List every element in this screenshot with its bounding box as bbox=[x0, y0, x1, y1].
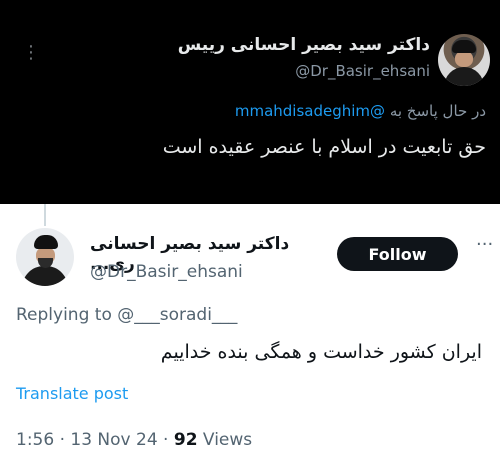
replying-to[interactable]: Replying to @___soradi___ bbox=[16, 305, 237, 325]
quoted-avatar bbox=[438, 34, 490, 86]
views-count: 92 bbox=[173, 430, 198, 450]
more-options-icon[interactable]: ⋮ bbox=[22, 44, 40, 62]
quoted-tweet-text: حق تابعیت در اسلام با عنصر عقیده است bbox=[162, 136, 486, 158]
thread-connector bbox=[44, 204, 46, 226]
translate-post-link[interactable]: Translate post bbox=[16, 384, 128, 403]
author-handle[interactable]: @Dr_Basir_ehsani bbox=[90, 262, 243, 282]
tweet-text: ایران کشور خداست و همگی بنده خداییم bbox=[160, 341, 482, 363]
tweet-meta: 1:56 · 13 Nov 24 · 92 Views bbox=[16, 430, 252, 450]
reply-prefix: در حال پاسخ به bbox=[389, 102, 486, 120]
more-horizontal-icon[interactable]: ··· bbox=[476, 236, 493, 254]
avatar[interactable] bbox=[16, 228, 74, 286]
follow-button[interactable]: Follow bbox=[337, 237, 458, 271]
quoted-author-name: داکتر سید بصیر احسانی رییس bbox=[177, 35, 430, 55]
views-label: Views bbox=[197, 430, 253, 450]
timestamp[interactable]: 1:56 · 13 Nov 24 · bbox=[16, 430, 174, 450]
reply-mention-link[interactable]: @mmahdisadeghim bbox=[235, 102, 385, 120]
quoted-tweet-screenshot: ⋮ داکتر سید بصیر احسانی رییس @Dr_Basir_e… bbox=[0, 0, 500, 204]
quoted-author-handle: @Dr_Basir_ehsani bbox=[295, 62, 430, 80]
quoted-reply-line: در حال پاسخ به @mmahdisadeghim bbox=[235, 102, 486, 120]
